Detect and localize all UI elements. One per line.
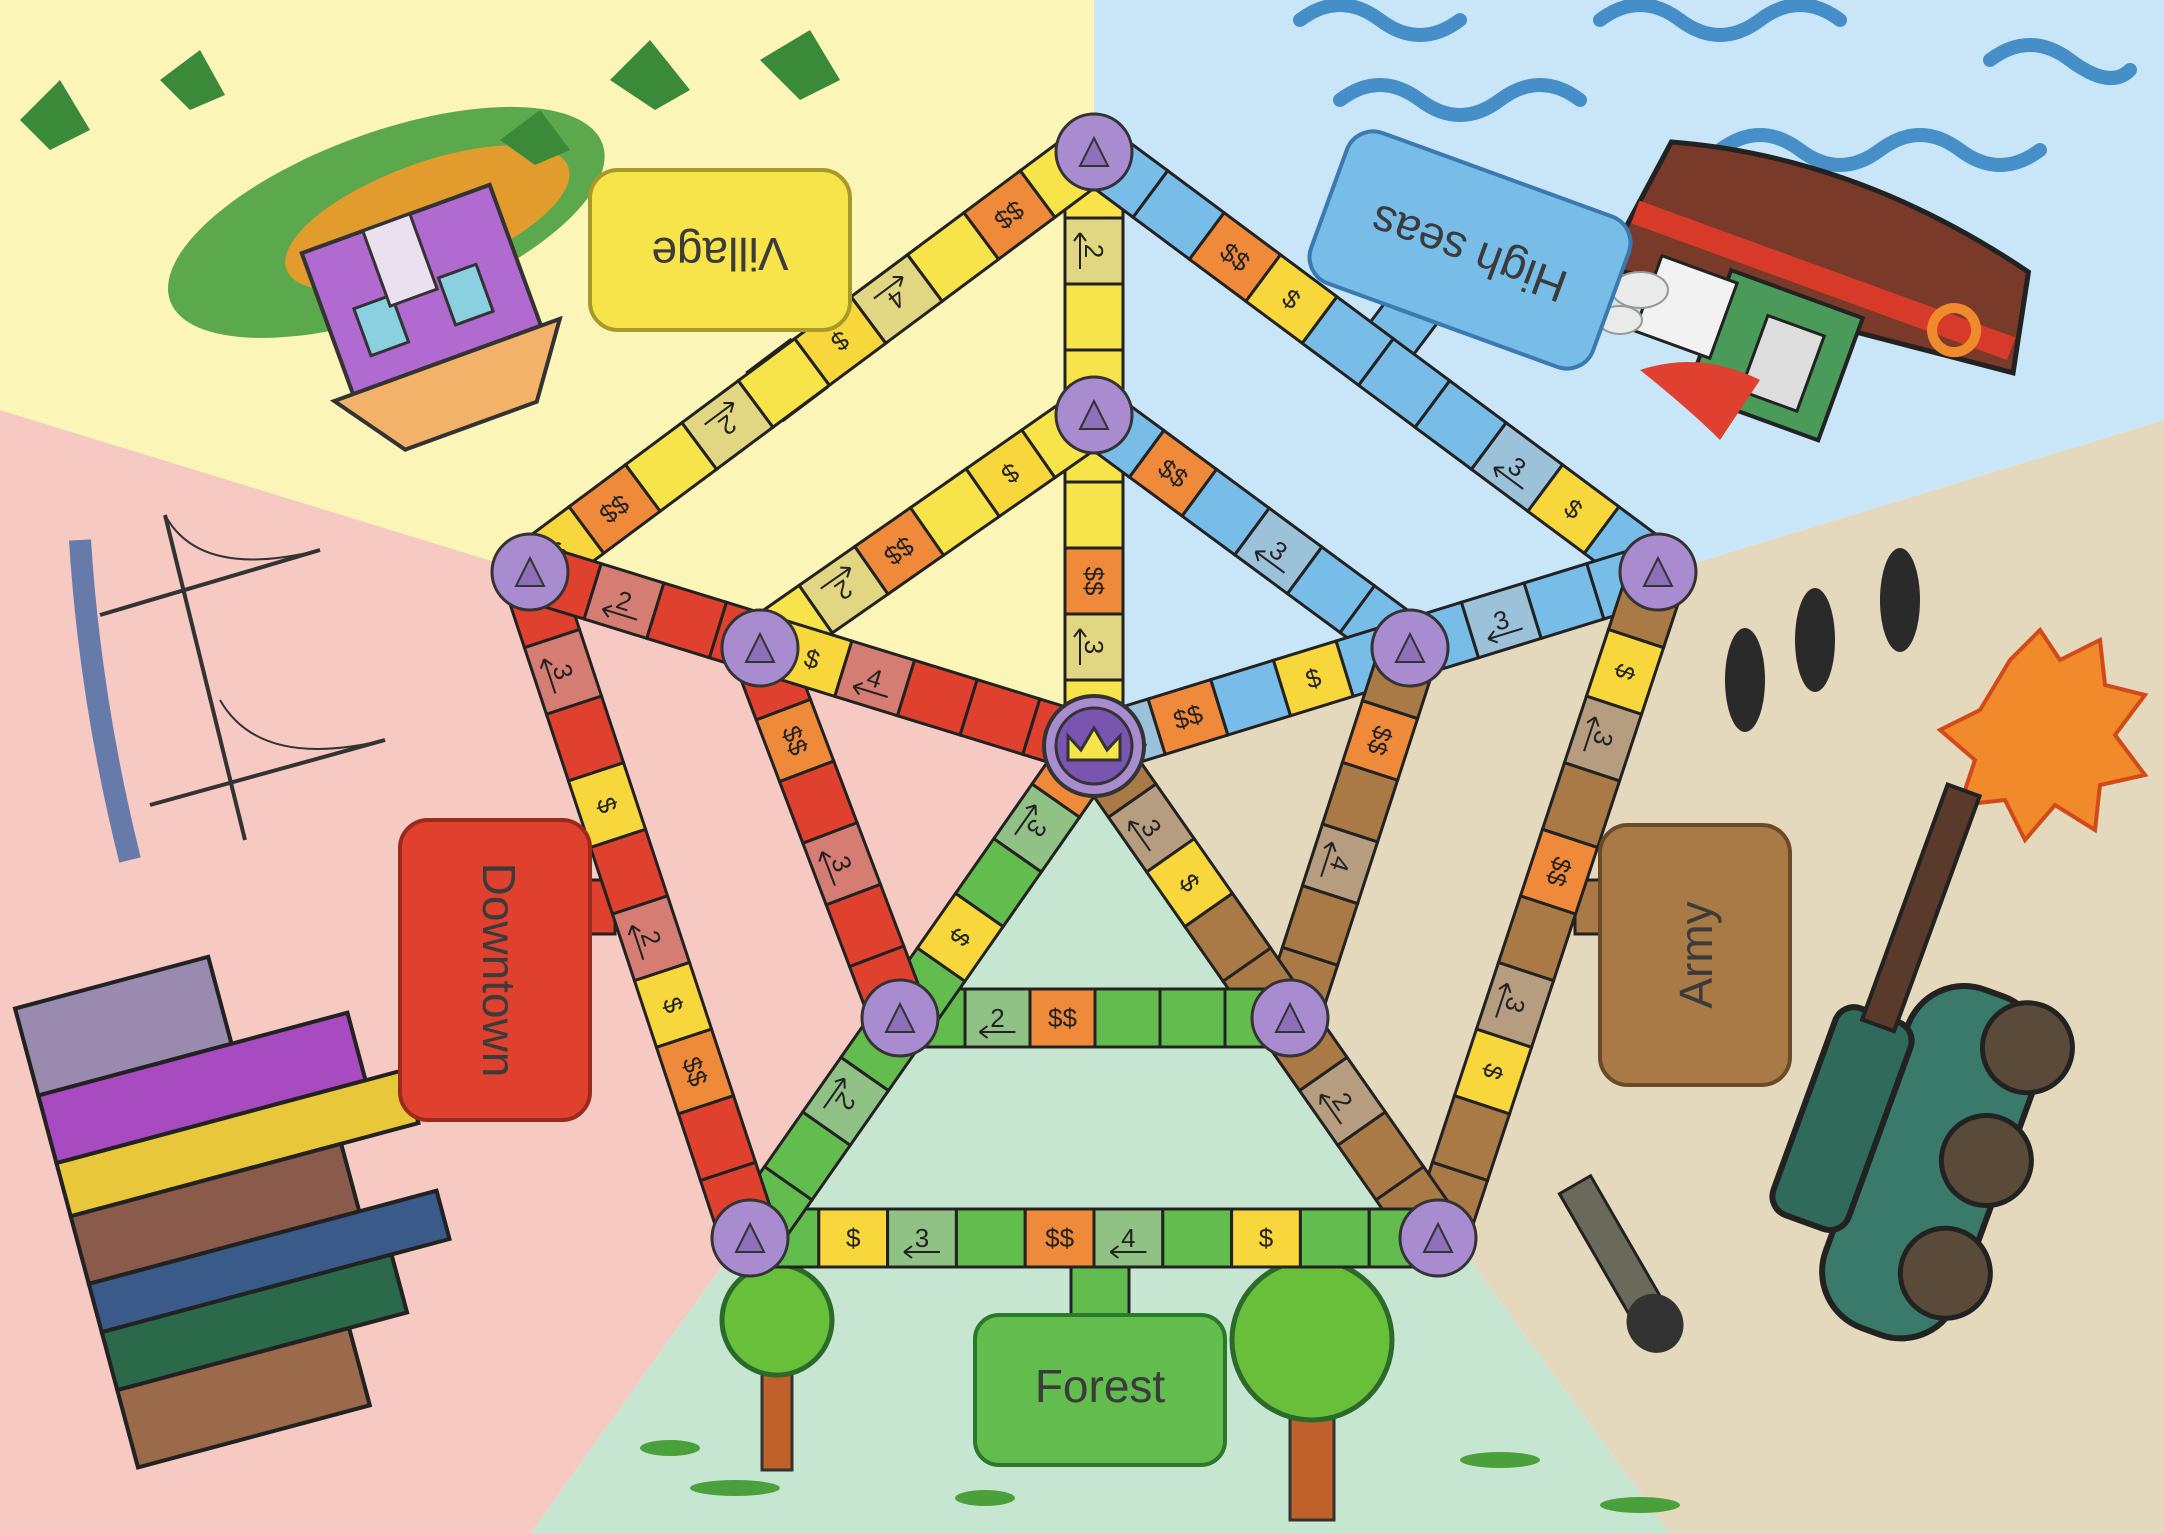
move-label: 3 [1079,640,1109,654]
corner-upper-right-outer[interactable] [1618,532,1698,612]
corner-upper-left-outer[interactable] [490,532,570,612]
village-label: Village [651,228,788,280]
forest-label: Forest [1035,1360,1166,1412]
move-label: 4 [1121,1223,1135,1253]
board-space[interactable] [1158,987,1227,1049]
corner-lower-left-inner[interactable] [860,978,940,1058]
forest-label-box[interactable]: Forest [973,1313,1227,1467]
track-forest-outer: $3 $$ 4 $ [748,1207,1440,1269]
army-label: Army [1670,901,1722,1008]
move-label: 3 [915,1223,929,1253]
board-space[interactable] [1298,1207,1371,1269]
move-label: 2 [1079,244,1109,258]
forest-connector [1069,1258,1131,1322]
corner-lower-right-outer[interactable] [1398,1198,1478,1278]
center-space[interactable] [1042,694,1146,798]
board-space[interactable] [1063,480,1125,550]
move-label: 2 [990,1003,1004,1033]
board-space[interactable] [1161,1207,1234,1269]
corner-lower-right-inner[interactable] [1250,978,1330,1058]
money-label: $ [846,1223,861,1253]
corner-lower-left-outer[interactable] [710,1198,790,1278]
money-label: $ [1259,1223,1274,1253]
corner-top-outer[interactable] [1054,112,1134,192]
money-label: $$ [1045,1223,1074,1253]
track-forest-inner: 2 $$ [898,987,1292,1049]
corner-upper-left-inner[interactable] [720,608,800,688]
board-space[interactable] [1063,282,1125,352]
money-label: $$ [1048,1003,1077,1033]
army-label-box[interactable]: Army [1598,823,1792,1087]
money-label: $$ [1079,567,1109,596]
game-board: 2$$3$$4$2$$$$$$2$$$3$$$33$$$3$3$$3$$$43$… [0,0,2164,1534]
downtown-label: Downtown [473,863,525,1078]
corner-upper-right-inner[interactable] [1370,608,1450,688]
board-space[interactable] [1093,987,1162,1049]
village-label-box[interactable]: Village [588,168,852,332]
board-space[interactable] [954,1207,1027,1269]
corner-top-inner[interactable] [1054,375,1134,455]
downtown-label-box[interactable]: Downtown [398,818,592,1122]
